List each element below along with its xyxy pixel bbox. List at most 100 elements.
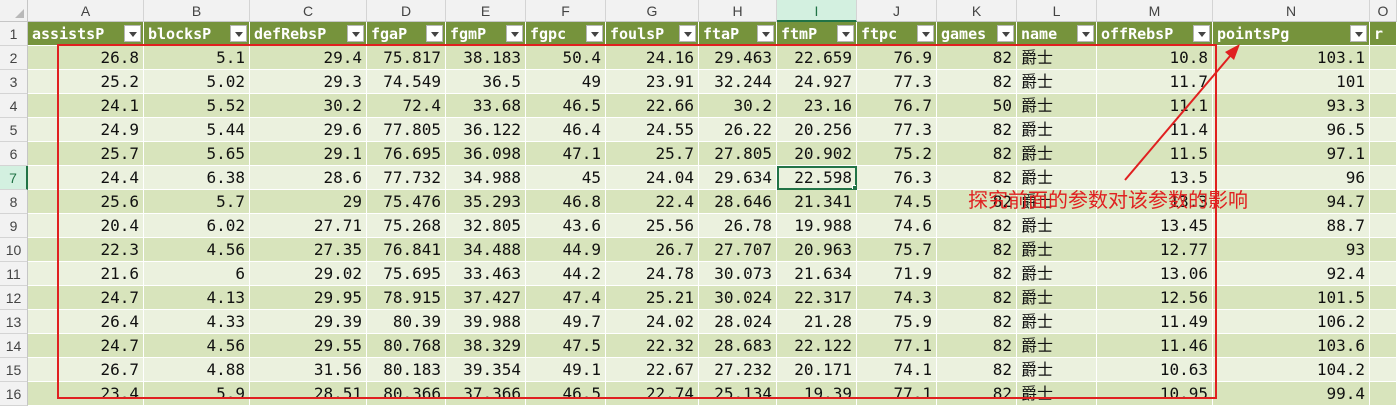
row-header-16[interactable]: 16 <box>0 382 28 406</box>
cell-o8[interactable] <box>1370 190 1397 214</box>
header-cell-n[interactable]: pointsPg <box>1213 22 1370 46</box>
cell-o4[interactable] <box>1370 94 1397 118</box>
row-header-9[interactable]: 9 <box>0 214 28 238</box>
cell-c10[interactable]: 27.35 <box>250 238 367 262</box>
cell-b13[interactable]: 4.33 <box>144 310 250 334</box>
cell-m9[interactable]: 13.45 <box>1097 214 1213 238</box>
cell-c15[interactable]: 31.56 <box>250 358 367 382</box>
cell-h6[interactable]: 27.805 <box>699 142 777 166</box>
cell-a13[interactable]: 26.4 <box>28 310 144 334</box>
cell-c14[interactable]: 29.55 <box>250 334 367 358</box>
header-cell-c[interactable]: defRebsP <box>250 22 367 46</box>
cell-b8[interactable]: 5.7 <box>144 190 250 214</box>
cell-e14[interactable]: 38.329 <box>446 334 526 358</box>
cell-l14[interactable]: 爵士 <box>1017 334 1097 358</box>
cell-d10[interactable]: 76.841 <box>367 238 446 262</box>
cell-l16[interactable]: 爵士 <box>1017 382 1097 406</box>
cell-m13[interactable]: 11.49 <box>1097 310 1213 334</box>
cell-l6[interactable]: 爵士 <box>1017 142 1097 166</box>
cell-h7[interactable]: 29.634 <box>699 166 777 190</box>
cell-j9[interactable]: 74.6 <box>857 214 937 238</box>
cell-h13[interactable]: 28.024 <box>699 310 777 334</box>
cell-c5[interactable]: 29.6 <box>250 118 367 142</box>
cell-a6[interactable]: 25.7 <box>28 142 144 166</box>
cell-a14[interactable]: 24.7 <box>28 334 144 358</box>
cell-n12[interactable]: 101.5 <box>1213 286 1370 310</box>
header-cell-g[interactable]: foulsP <box>606 22 699 46</box>
cell-a3[interactable]: 25.2 <box>28 70 144 94</box>
cell-k3[interactable]: 82 <box>937 70 1017 94</box>
cell-h16[interactable]: 25.134 <box>699 382 777 406</box>
cell-j6[interactable]: 75.2 <box>857 142 937 166</box>
cell-i16[interactable]: 19.39 <box>777 382 857 406</box>
header-cell-m[interactable]: offRebsP <box>1097 22 1213 46</box>
cell-l4[interactable]: 爵士 <box>1017 94 1097 118</box>
cell-j7[interactable]: 76.3 <box>857 166 937 190</box>
cell-e11[interactable]: 33.463 <box>446 262 526 286</box>
cell-k2[interactable]: 82 <box>937 46 1017 70</box>
cell-e2[interactable]: 38.183 <box>446 46 526 70</box>
cell-b10[interactable]: 4.56 <box>144 238 250 262</box>
cell-e6[interactable]: 36.098 <box>446 142 526 166</box>
cell-h14[interactable]: 28.683 <box>699 334 777 358</box>
cell-f10[interactable]: 44.9 <box>526 238 606 262</box>
cell-h5[interactable]: 26.22 <box>699 118 777 142</box>
row-header-3[interactable]: 3 <box>0 70 28 94</box>
cell-h4[interactable]: 30.2 <box>699 94 777 118</box>
cell-f2[interactable]: 50.4 <box>526 46 606 70</box>
cell-m2[interactable]: 10.8 <box>1097 46 1213 70</box>
header-cell-j[interactable]: ftpc <box>857 22 937 46</box>
row-header-4[interactable]: 4 <box>0 94 28 118</box>
cell-e8[interactable]: 35.293 <box>446 190 526 214</box>
cell-f13[interactable]: 49.7 <box>526 310 606 334</box>
filter-dropdown-icon[interactable] <box>1193 25 1210 42</box>
cell-e13[interactable]: 39.988 <box>446 310 526 334</box>
cell-i2[interactable]: 22.659 <box>777 46 857 70</box>
cell-i5[interactable]: 20.256 <box>777 118 857 142</box>
cell-k16[interactable]: 82 <box>937 382 1017 406</box>
column-header-n[interactable]: N <box>1213 0 1370 22</box>
cell-o12[interactable] <box>1370 286 1397 310</box>
cell-c3[interactable]: 29.3 <box>250 70 367 94</box>
cell-k15[interactable]: 82 <box>937 358 1017 382</box>
cell-d3[interactable]: 74.549 <box>367 70 446 94</box>
cell-f15[interactable]: 49.1 <box>526 358 606 382</box>
row-header-13[interactable]: 13 <box>0 310 28 334</box>
cell-f5[interactable]: 46.4 <box>526 118 606 142</box>
cell-d4[interactable]: 72.4 <box>367 94 446 118</box>
cell-k10[interactable]: 82 <box>937 238 1017 262</box>
cell-a16[interactable]: 23.4 <box>28 382 144 406</box>
cell-j3[interactable]: 77.3 <box>857 70 937 94</box>
cell-e15[interactable]: 39.354 <box>446 358 526 382</box>
column-header-a[interactable]: A <box>28 0 144 22</box>
cell-c13[interactable]: 29.39 <box>250 310 367 334</box>
cell-i9[interactable]: 19.988 <box>777 214 857 238</box>
cell-d9[interactable]: 75.268 <box>367 214 446 238</box>
cell-m3[interactable]: 11.7 <box>1097 70 1213 94</box>
cell-g12[interactable]: 25.21 <box>606 286 699 310</box>
cell-e10[interactable]: 34.488 <box>446 238 526 262</box>
row-header-7[interactable]: 7 <box>0 166 28 190</box>
cell-o5[interactable] <box>1370 118 1397 142</box>
filter-dropdown-icon[interactable] <box>506 25 523 42</box>
cell-c2[interactable]: 29.4 <box>250 46 367 70</box>
header-cell-h[interactable]: ftaP <box>699 22 777 46</box>
row-header-1[interactable]: 1 <box>0 22 28 46</box>
filter-dropdown-icon[interactable] <box>837 25 854 42</box>
cell-b12[interactable]: 4.13 <box>144 286 250 310</box>
cell-g11[interactable]: 24.78 <box>606 262 699 286</box>
cell-d12[interactable]: 78.915 <box>367 286 446 310</box>
cell-c8[interactable]: 29 <box>250 190 367 214</box>
cell-e7[interactable]: 34.988 <box>446 166 526 190</box>
cell-o11[interactable] <box>1370 262 1397 286</box>
cell-j10[interactable]: 75.7 <box>857 238 937 262</box>
cell-j11[interactable]: 71.9 <box>857 262 937 286</box>
cell-j5[interactable]: 77.3 <box>857 118 937 142</box>
cell-h8[interactable]: 28.646 <box>699 190 777 214</box>
row-header-6[interactable]: 6 <box>0 142 28 166</box>
cell-i15[interactable]: 20.171 <box>777 358 857 382</box>
cell-o13[interactable] <box>1370 310 1397 334</box>
cell-f8[interactable]: 46.8 <box>526 190 606 214</box>
column-header-b[interactable]: B <box>144 0 250 22</box>
cell-i11[interactable]: 21.634 <box>777 262 857 286</box>
